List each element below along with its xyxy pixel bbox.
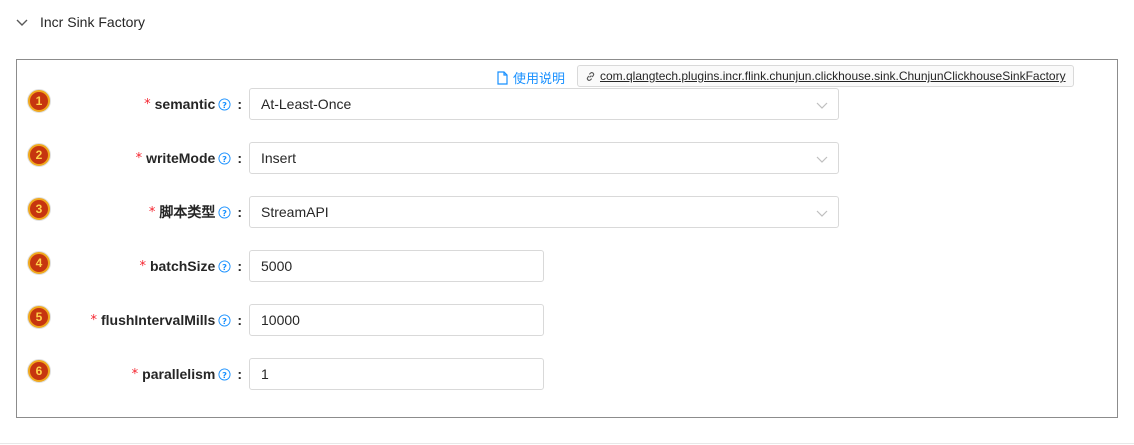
- field-label-text: flushIntervalMills: [100, 312, 216, 328]
- chevron-down-icon: [816, 102, 828, 109]
- step-badge: 2: [28, 144, 50, 166]
- parallelism-input[interactable]: 1: [249, 358, 544, 390]
- svg-text:?: ?: [222, 99, 227, 109]
- question-circle-icon[interactable]: ?: [218, 259, 231, 273]
- required-mark: *: [148, 204, 156, 220]
- question-circle-icon[interactable]: ?: [218, 97, 231, 111]
- flushintervalmills-input[interactable]: 10000: [249, 304, 544, 336]
- input-value: 10000: [261, 312, 300, 328]
- required-mark: *: [144, 96, 151, 112]
- semantic-select[interactable]: At-Least-Once: [249, 88, 839, 120]
- step-badge: 1: [28, 90, 50, 112]
- chevron-down-icon[interactable]: [15, 16, 29, 30]
- file-icon: [497, 70, 508, 85]
- svg-text:?: ?: [222, 207, 227, 217]
- field-label-text: 脚本类型: [159, 205, 216, 221]
- divider: [0, 443, 1134, 444]
- chevron-down-icon: [816, 156, 828, 163]
- chevron-down-icon: [816, 210, 828, 217]
- field-label-text: parallelism: [142, 366, 216, 382]
- writemode-select[interactable]: Insert: [249, 142, 839, 174]
- question-circle-icon[interactable]: ?: [218, 151, 231, 165]
- field-label: * batchSize ? :: [139, 258, 242, 274]
- required-mark: *: [90, 312, 97, 328]
- doc-link[interactable]: 使用说明: [496, 68, 565, 87]
- select-value: StreamAPI: [261, 204, 329, 220]
- field-label-text: batchSize: [149, 258, 216, 274]
- step-badge: 4: [28, 252, 50, 274]
- svg-text:?: ?: [222, 315, 227, 325]
- field-label-text: writeMode: [146, 150, 216, 166]
- required-mark: *: [135, 150, 143, 166]
- field-label: * parallelism ? :: [131, 366, 242, 382]
- plugin-class-name: com.qlangtech.plugins.incr.flink.chunjun…: [600, 69, 1066, 83]
- doc-link-label: 使用说明: [513, 71, 566, 86]
- field-label: * semantic ? :: [144, 96, 242, 112]
- field-label: * 脚本类型 ? :: [148, 204, 242, 221]
- question-circle-icon[interactable]: ?: [218, 367, 231, 381]
- form-row-semantic: * semantic ? : At-Least-Once: [0, 88, 1134, 120]
- form-row-writemode: * writeMode ? : Insert: [0, 142, 1134, 174]
- input-value: 5000: [261, 258, 293, 274]
- form-row-parallelism: * parallelism ? : 1: [0, 358, 1134, 390]
- form-row-script-type: * 脚本类型 ? : StreamAPI: [0, 196, 1134, 228]
- required-mark: *: [131, 366, 139, 382]
- svg-text:?: ?: [222, 261, 227, 271]
- panel-header[interactable]: Incr Sink Factory: [0, 0, 1134, 46]
- svg-text:?: ?: [222, 369, 227, 379]
- panel-title: Incr Sink Factory: [40, 14, 146, 30]
- step-badge: 6: [28, 360, 50, 382]
- form-row-flushintervalmills: * flushIntervalMills ? : 10000: [0, 304, 1134, 336]
- field-label: * writeMode ? :: [135, 150, 242, 166]
- select-value: Insert: [261, 150, 297, 166]
- svg-text:?: ?: [222, 153, 227, 163]
- question-circle-icon[interactable]: ?: [218, 313, 231, 327]
- plugin-class-tag[interactable]: com.qlangtech.plugins.incr.flink.chunjun…: [577, 65, 1074, 87]
- required-mark: *: [139, 258, 146, 274]
- step-badge: 5: [28, 306, 50, 328]
- field-label: * flushIntervalMills ? :: [90, 312, 242, 328]
- form-row-batchsize: * batchSize ? : 5000: [0, 250, 1134, 282]
- step-badge: 3: [28, 198, 50, 220]
- link-icon: [586, 71, 595, 81]
- script-type-select[interactable]: StreamAPI: [249, 196, 839, 228]
- question-circle-icon[interactable]: ?: [218, 205, 231, 219]
- batchsize-input[interactable]: 5000: [249, 250, 544, 282]
- select-value: At-Least-Once: [261, 96, 352, 112]
- field-label-text: semantic: [154, 96, 216, 112]
- input-value: 1: [261, 366, 269, 382]
